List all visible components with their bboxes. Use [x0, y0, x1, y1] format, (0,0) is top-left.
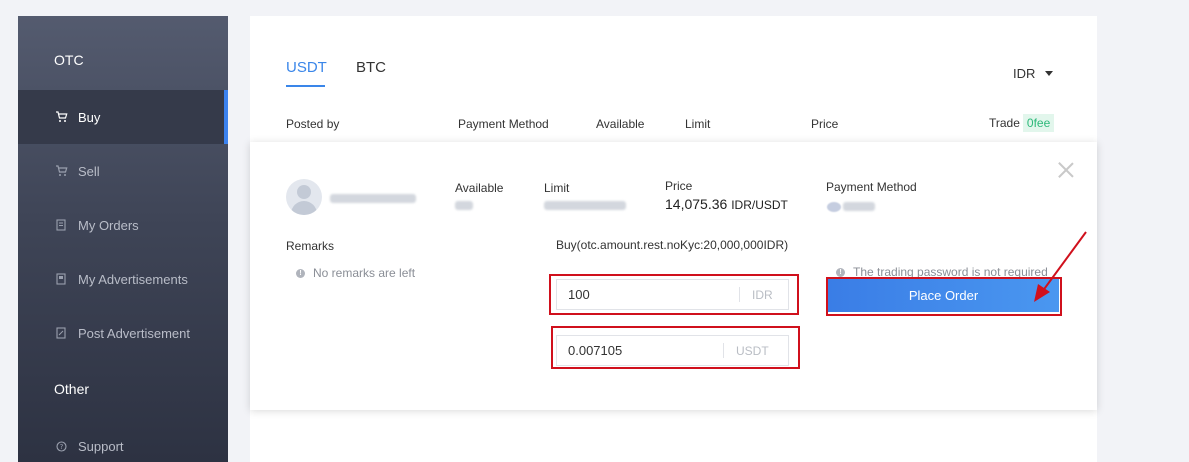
document-icon	[54, 218, 68, 232]
sidebar-item-buy[interactable]: Buy	[18, 90, 228, 144]
price-label: Price	[665, 179, 693, 193]
sidebar-item-post-advertisement[interactable]: Post Advertisement	[18, 306, 228, 360]
close-icon[interactable]	[1058, 162, 1074, 178]
remarks-note: ! No remarks are left	[296, 266, 415, 280]
order-card: Available Limit Price 14,075.36 IDR/USDT…	[250, 142, 1097, 410]
edit-icon	[54, 326, 68, 340]
avatar	[286, 179, 322, 215]
remarks-label: Remarks	[286, 239, 335, 253]
sidebar-item-label: Post Advertisement	[78, 325, 190, 341]
column-header-price: Price	[811, 117, 839, 131]
blurred-limit-value	[544, 201, 626, 210]
sidebar-item-support[interactable]: ? Support	[18, 419, 228, 462]
sidebar-section-otc: OTC	[54, 52, 84, 68]
available-label: Available	[455, 181, 504, 195]
tab-underline	[286, 85, 325, 87]
info-icon: !	[296, 268, 305, 278]
column-header-payment-method: Payment Method	[458, 117, 549, 131]
amount-idr-input[interactable]	[557, 287, 739, 302]
column-header-trade: Trade 0fee	[989, 114, 1055, 132]
advert-icon	[54, 272, 68, 286]
cart-icon	[54, 110, 68, 124]
blurred-payment-method	[843, 202, 875, 211]
column-header-limit: Limit	[685, 117, 711, 131]
sidebar-item-label: My Advertisements	[78, 271, 188, 287]
cart-icon	[54, 164, 68, 178]
svg-text:?: ?	[59, 443, 63, 451]
price-value: 14,075.36 IDR/USDT	[665, 196, 788, 212]
buy-limit-text: Buy(otc.amount.rest.noKyc:20,000,000IDR)	[556, 238, 789, 252]
help-icon: ?	[54, 439, 68, 453]
column-header-posted-by: Posted by	[286, 117, 340, 131]
blurred-available-value	[455, 201, 473, 210]
sidebar: OTC Buy Sell My Orders My Advertisements…	[18, 16, 228, 462]
info-icon: !	[836, 267, 845, 277]
column-header-available: Available	[596, 117, 645, 131]
payment-method-icon	[827, 202, 841, 212]
amount-usdt-input[interactable]	[557, 343, 723, 358]
limit-label: Limit	[544, 181, 570, 195]
sidebar-item-label: Support	[78, 438, 124, 454]
tab-usdt[interactable]: USDT	[286, 59, 327, 76]
sidebar-item-my-orders[interactable]: My Orders	[18, 198, 228, 252]
trade-label: Trade	[989, 116, 1020, 130]
currency-value: IDR	[1013, 66, 1036, 81]
sidebar-item-label: Sell	[78, 163, 100, 179]
blurred-username	[330, 194, 416, 203]
payment-method-label: Payment Method	[826, 180, 917, 194]
fee-badge: 0fee	[1022, 114, 1055, 132]
caret-down-icon	[1045, 71, 1054, 76]
annotation-arrow	[1034, 231, 1087, 302]
sidebar-item-label: Buy	[78, 109, 101, 125]
amount-usdt-field[interactable]: USDT	[556, 335, 789, 366]
sidebar-item-sell[interactable]: Sell	[18, 144, 228, 198]
idr-unit-suffix: IDR	[739, 287, 773, 302]
tab-btc[interactable]: BTC	[356, 59, 386, 76]
sidebar-item-label: My Orders	[78, 217, 139, 233]
sidebar-section-other: Other	[54, 381, 90, 397]
currency-select[interactable]: IDR	[1013, 66, 1054, 81]
sidebar-item-my-advertisements[interactable]: My Advertisements	[18, 252, 228, 306]
usdt-unit-suffix: USDT	[723, 343, 769, 358]
amount-idr-field[interactable]: IDR	[556, 279, 789, 310]
